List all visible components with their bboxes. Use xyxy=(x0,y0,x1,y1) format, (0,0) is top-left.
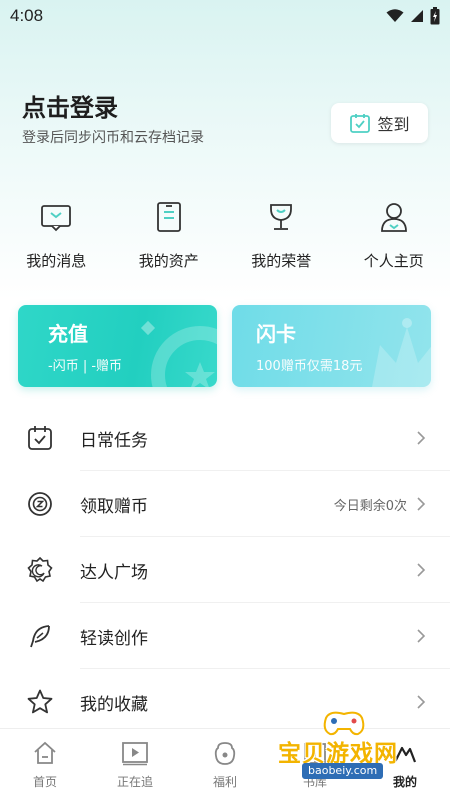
tab-following[interactable]: 正在追 xyxy=(90,729,180,800)
quick-link-label: 我的荣誉 xyxy=(251,252,312,270)
status-bar: 4:08 xyxy=(0,0,450,32)
recharge-title: 充值 xyxy=(48,322,88,346)
badge-icon xyxy=(26,556,54,584)
menu-item-claim-coins[interactable]: 领取赠币 今日剩余0次 xyxy=(0,471,450,537)
home-icon xyxy=(31,739,59,767)
calendar-check-icon xyxy=(350,114,371,133)
play-icon xyxy=(121,739,149,767)
tab-welfare[interactable]: 福利 xyxy=(180,729,270,800)
chevron-right-icon xyxy=(417,497,426,511)
calendar-check-icon xyxy=(26,424,54,452)
recharge-card[interactable]: 充值 -闪币 | -赠币 xyxy=(18,305,217,387)
battery-icon xyxy=(430,7,440,25)
menu-item-label: 日常任务 xyxy=(80,430,148,451)
chevron-right-icon xyxy=(417,431,426,445)
quick-link-label: 个人主页 xyxy=(363,252,424,270)
crown-decoration-icon xyxy=(372,318,431,387)
star-icon xyxy=(26,688,54,716)
tab-home[interactable]: 首页 xyxy=(0,729,90,800)
flash-card[interactable]: 闪卡 100赠币仅需18元 xyxy=(232,305,431,387)
login-title[interactable]: 点击登录 xyxy=(22,88,118,123)
menu-item-light-writing[interactable]: 轻读创作 xyxy=(0,603,450,669)
watermark: 宝贝游戏网 baobeiy.com xyxy=(272,708,422,780)
login-subtitle: 登录后同步闪币和云存档记录 xyxy=(22,130,204,146)
watermark-url: baobeiy.com xyxy=(302,763,384,779)
checkin-button[interactable]: 签到 xyxy=(331,103,428,143)
tab-label: 首页 xyxy=(32,775,57,789)
quick-link-messages[interactable]: 我的消息 xyxy=(0,200,113,280)
quick-links: 我的消息 我的资产 我的荣誉 个人主页 xyxy=(0,200,450,280)
quick-link-profile[interactable]: 个人主页 xyxy=(338,200,450,280)
chevron-right-icon xyxy=(417,629,426,643)
flash-card-offer: 100赠币仅需18元 xyxy=(256,359,363,374)
quick-link-label: 我的资产 xyxy=(138,252,199,270)
wifi-icon xyxy=(386,9,404,22)
checkin-label: 签到 xyxy=(377,115,410,134)
signal-icon xyxy=(411,10,423,22)
menu-item-label: 我的收藏 xyxy=(80,694,148,715)
quick-link-honors[interactable]: 我的荣誉 xyxy=(225,200,338,280)
tab-label: 福利 xyxy=(212,775,237,789)
trophy-icon xyxy=(264,200,298,234)
menu-item-label: 达人广场 xyxy=(80,562,148,583)
remaining-count: 今日剩余0次 xyxy=(333,498,407,514)
menu-list: 日常任务 领取赠币 今日剩余0次 达人广场 轻读创作 我的收藏 xyxy=(0,405,450,735)
quick-link-assets[interactable]: 我的资产 xyxy=(113,200,226,280)
menu-item-label: 轻读创作 xyxy=(80,628,148,649)
menu-item-expert-plaza[interactable]: 达人广场 xyxy=(0,537,450,603)
coin-icon xyxy=(26,490,54,518)
chevron-right-icon xyxy=(417,563,426,577)
tab-label: 正在追 xyxy=(116,775,153,789)
recharge-balance: -闪币 | -赠币 xyxy=(48,359,123,374)
menu-item-label: 领取赠币 xyxy=(80,496,148,517)
profile-icon xyxy=(377,200,411,234)
assets-icon xyxy=(152,200,186,234)
status-icons xyxy=(386,7,440,25)
flash-card-title: 闪卡 xyxy=(256,322,296,346)
menu-item-daily-tasks[interactable]: 日常任务 xyxy=(0,405,450,471)
gift-icon xyxy=(211,739,239,767)
status-time: 4:08 xyxy=(10,6,44,25)
message-icon xyxy=(39,200,73,234)
coin-decoration-icon xyxy=(140,320,217,387)
feather-icon xyxy=(26,622,54,650)
chevron-right-icon xyxy=(417,695,426,709)
quick-link-label: 我的消息 xyxy=(26,252,87,270)
